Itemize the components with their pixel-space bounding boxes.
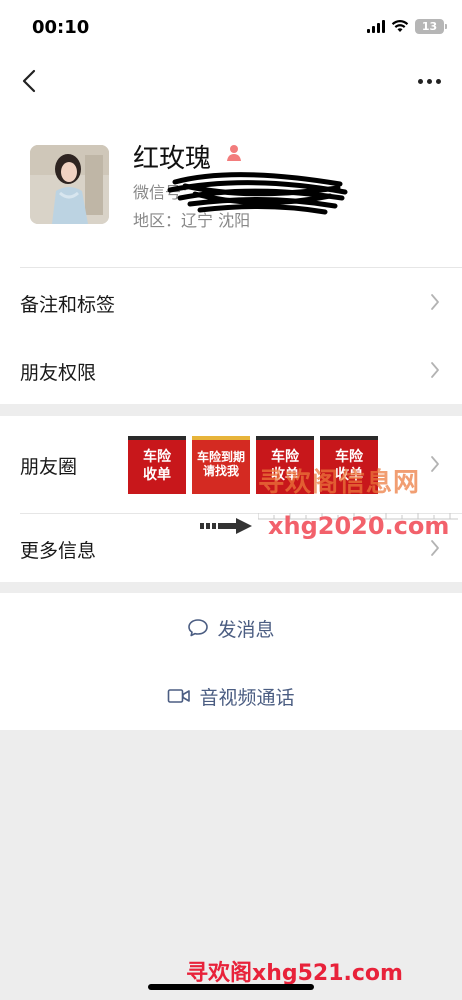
friend-permissions-item[interactable]: 朋友权限 <box>0 336 462 404</box>
more-options-button[interactable] <box>414 66 444 96</box>
female-gender-icon <box>227 145 241 161</box>
friend-permissions-label: 朋友权限 <box>20 362 97 384</box>
watermark-overlay: 寻欢阁信息网 <box>258 468 421 498</box>
more-dots-icon <box>417 78 423 84</box>
moments-thumbnail: 车险 收单 <box>128 436 186 494</box>
chevron-right-icon <box>431 540 439 556</box>
status-time: 00:10 <box>32 17 90 38</box>
arrow-right-icon <box>200 518 252 534</box>
thumbnail-text: 请找我 <box>202 464 239 478</box>
profile-card: 红玫瑰 微信号： 地区：辽宁 沈阳 <box>0 108 462 268</box>
more-dot <box>435 78 441 84</box>
watermark-bottom: 寻欢阁xhg521.com <box>186 961 403 986</box>
home-indicator[interactable] <box>148 984 314 990</box>
video-call-label: 音视频通话 <box>199 686 295 709</box>
remarks-tags-item[interactable]: 备注和标签 <box>0 268 462 336</box>
send-message-button[interactable]: 发消息 <box>0 613 462 643</box>
battery-level: 13 <box>421 20 438 33</box>
more-dot <box>426 78 432 84</box>
video-camera-icon <box>168 689 191 703</box>
cellular-signal-icon <box>367 20 385 33</box>
nav-bar <box>0 56 462 108</box>
more-info-label: 更多信息 <box>20 540 97 562</box>
status-icons: 13 <box>367 19 447 34</box>
redaction-scribble <box>167 172 348 215</box>
moments-label: 朋友圈 <box>20 456 78 478</box>
remarks-tags-label: 备注和标签 <box>20 294 116 316</box>
status-bar: 00:10 13 <box>0 0 462 56</box>
actions-panel: 发消息 音视频通话 <box>0 593 462 730</box>
send-message-label: 发消息 <box>217 618 275 641</box>
avatar[interactable] <box>30 145 109 224</box>
chevron-left-icon <box>22 69 36 93</box>
section-gap <box>0 582 462 593</box>
watermark-url: xhg2020.com <box>268 512 450 540</box>
video-call-button[interactable]: 音视频通话 <box>0 681 462 711</box>
thumbnail-text: 车险到期 <box>196 450 245 464</box>
back-button[interactable] <box>14 66 44 96</box>
wifi-icon <box>391 20 409 32</box>
chevron-right-icon <box>431 362 439 378</box>
battery-icon: 13 <box>415 19 447 34</box>
thumbnail-text: 车险 <box>143 449 171 465</box>
chat-bubble-icon <box>188 619 209 637</box>
section-gap <box>0 404 462 416</box>
moments-thumbnail: 车险到期 请找我 <box>192 436 250 494</box>
chevron-right-icon <box>431 456 439 472</box>
chevron-right-icon <box>431 294 439 310</box>
avatar-photo <box>30 145 109 224</box>
thumbnail-text: 收单 <box>143 467 171 483</box>
